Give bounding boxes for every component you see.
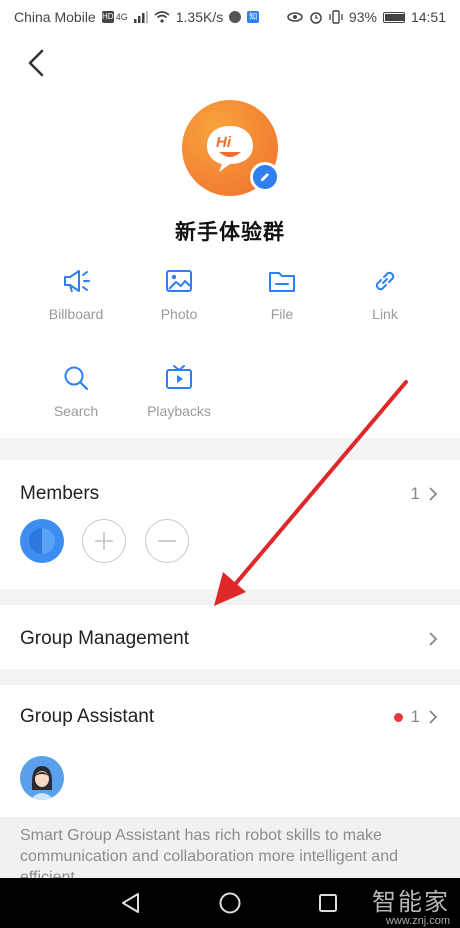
network-speed-label: 1.35K/s bbox=[175, 9, 224, 25]
group-assistant-title[interactable]: Group Assistant bbox=[20, 706, 154, 728]
search-label: Search bbox=[53, 403, 99, 419]
plus-icon bbox=[95, 532, 113, 550]
edit-avatar-button[interactable] bbox=[250, 162, 280, 192]
group-management-row[interactable]: Group Management bbox=[0, 605, 460, 669]
search-button[interactable]: Search bbox=[26, 363, 126, 419]
file-button[interactable]: File bbox=[232, 266, 332, 322]
members-title[interactable]: Members bbox=[20, 483, 99, 505]
back-button[interactable] bbox=[22, 46, 52, 80]
remove-member-button[interactable] bbox=[145, 519, 189, 563]
folder-icon bbox=[269, 272, 295, 292]
billboard-button[interactable]: Billboard bbox=[26, 266, 126, 322]
battery-percent-label: 93% bbox=[348, 9, 377, 25]
member-avatar-icon bbox=[29, 528, 55, 554]
group-assistant-count: 1 bbox=[410, 707, 420, 726]
group-avatar-wrapper[interactable]: Hi bbox=[182, 100, 280, 196]
network-type-label: 4G bbox=[115, 12, 128, 22]
chevron-left-icon bbox=[28, 49, 44, 77]
vibrate-icon bbox=[329, 10, 343, 24]
recents-square-icon[interactable] bbox=[317, 891, 339, 915]
chevron-right-icon bbox=[429, 710, 438, 724]
pencil-icon bbox=[261, 173, 269, 181]
status-left: China Mobile HD 4G 1.35K/s 知 bbox=[14, 9, 260, 25]
photo-label: Photo bbox=[160, 306, 198, 322]
chevron-right-icon bbox=[429, 487, 438, 501]
playbacks-label: Playbacks bbox=[147, 403, 211, 419]
app-badge-icon: 知 bbox=[247, 11, 260, 23]
playbacks-button[interactable]: Playbacks bbox=[129, 363, 229, 419]
megaphone-icon bbox=[64, 270, 90, 293]
signal-icon bbox=[133, 11, 148, 23]
member-avatar[interactable] bbox=[20, 519, 64, 563]
file-label: File bbox=[270, 306, 294, 322]
chevron-right-icon bbox=[429, 632, 438, 646]
clock-label: 14:51 bbox=[410, 9, 446, 25]
status-right: 93% 14:51 bbox=[287, 9, 446, 25]
home-circle-icon[interactable] bbox=[218, 891, 242, 915]
photo-button[interactable]: Photo bbox=[129, 266, 229, 322]
assistant-avatar[interactable] bbox=[20, 756, 64, 800]
unread-dot bbox=[393, 712, 403, 722]
watermark-url: www.znj.com bbox=[385, 915, 450, 927]
chat-bubble-logo: Hi bbox=[207, 126, 253, 172]
battery-icon bbox=[382, 11, 405, 23]
watermark-main: 智能家 bbox=[372, 889, 450, 916]
section-gap bbox=[0, 669, 460, 685]
search-icon bbox=[64, 366, 89, 391]
image-icon bbox=[166, 270, 192, 292]
wifi-icon bbox=[154, 11, 170, 23]
link-button[interactable]: Link bbox=[335, 266, 435, 322]
hd-icon: HD bbox=[101, 11, 114, 23]
app-notification-icon bbox=[229, 11, 242, 23]
link-label: Link bbox=[372, 306, 398, 322]
section-gap bbox=[0, 589, 460, 605]
carrier-label: China Mobile bbox=[14, 9, 96, 25]
assistant-description: Smart Group Assistant has rich robot ski… bbox=[0, 817, 460, 879]
link-icon bbox=[375, 271, 395, 291]
members-count-link[interactable]: 1 bbox=[411, 484, 438, 504]
alarm-icon bbox=[310, 12, 322, 24]
eye-icon bbox=[287, 12, 303, 22]
add-member-button[interactable] bbox=[82, 519, 126, 563]
tv-playback-icon bbox=[166, 365, 192, 389]
watermark: 智能家 www.znj.com bbox=[372, 882, 450, 927]
minus-icon bbox=[158, 540, 176, 542]
status-bar: China Mobile HD 4G 1.35K/s 知 93% 14:51 bbox=[0, 0, 460, 34]
group-management-title: Group Management bbox=[20, 628, 189, 649]
assistant-avatar-icon bbox=[30, 766, 54, 800]
group-name[interactable]: 新手体验群 bbox=[0, 216, 460, 246]
members-count: 1 bbox=[410, 484, 420, 503]
group-assistant-count-link[interactable]: 1 bbox=[393, 707, 438, 727]
section-gap bbox=[0, 438, 460, 460]
battery-level-fill bbox=[384, 13, 404, 21]
avatar-hi-text: Hi bbox=[216, 134, 232, 151]
back-triangle-icon[interactable] bbox=[118, 891, 144, 915]
billboard-label: Billboard bbox=[48, 306, 104, 322]
